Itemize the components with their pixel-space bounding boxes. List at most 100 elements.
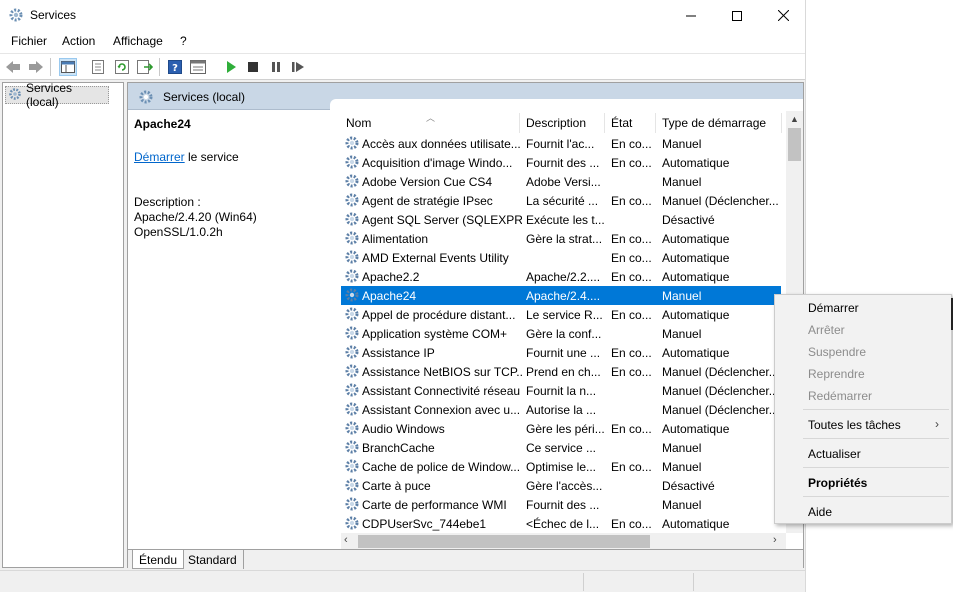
forward-arrow-icon[interactable] <box>27 58 45 76</box>
column-header-description[interactable]: Description <box>526 111 586 134</box>
table-row[interactable]: Carte de performance WMI Fournit des ... M… <box>341 495 781 514</box>
table-row[interactable]: Carte à puce Gère l'accès... Désactivé <box>341 476 781 495</box>
service-gear-icon <box>344 249 360 265</box>
tab-standard[interactable]: Standard <box>182 550 244 569</box>
service-description: Fournit une ... <box>526 346 601 360</box>
scroll-up-icon[interactable]: ▲ <box>790 114 799 124</box>
service-description: Ce service ... <box>526 441 597 455</box>
table-row[interactable]: Assistant Connexion avec u... Autorise la… <box>341 400 781 419</box>
column-header-startup-type[interactable]: Type de démarrage <box>662 111 766 134</box>
ctx-start[interactable]: Démarrer <box>808 301 859 315</box>
back-arrow-icon[interactable] <box>4 58 22 76</box>
service-description: Gère l'accès... <box>526 479 603 493</box>
service-gear-icon <box>344 477 360 493</box>
table-row[interactable]: Assistance IP Fournit une ... En co... Auto… <box>341 343 781 362</box>
table-row[interactable]: Apache2.2 Apache/2.2.... En co... Automatiq… <box>341 267 781 286</box>
service-gear-icon <box>344 382 360 398</box>
tab-etendu[interactable]: Étendu <box>132 550 185 569</box>
column-separator[interactable] <box>519 113 520 133</box>
service-name: Alimentation <box>362 232 429 246</box>
maximize-button[interactable] <box>714 0 760 31</box>
scroll-left-icon[interactable]: ‹ <box>344 534 348 546</box>
console-tree: Services (local) <box>2 81 124 568</box>
service-gear-icon <box>344 230 360 246</box>
service-gear-icon <box>344 287 360 303</box>
refresh-icon[interactable] <box>113 58 131 76</box>
service-description: Fournit l'ac... <box>526 137 595 151</box>
sort-ascending-icon: ︿ <box>426 113 436 123</box>
service-name: Adobe Version Cue CS4 <box>362 175 493 189</box>
console-tree-icon[interactable] <box>59 58 77 76</box>
ctx-all-tasks[interactable]: Toutes les tâches <box>808 418 901 432</box>
menu-fichier[interactable]: Fichier <box>11 34 47 48</box>
start-service-link[interactable]: Démarrer <box>134 150 185 164</box>
table-row[interactable]: Apache24 Apache/2.4.... Manuel <box>341 286 781 305</box>
show-console-icon[interactable] <box>189 58 207 76</box>
service-state: En co... <box>611 517 652 531</box>
table-row[interactable]: Cache de police de Window... Optimise le.… <box>341 457 781 476</box>
table-row[interactable]: Audio Windows Gère les péri... En co... Aut… <box>341 419 781 438</box>
restart-icon[interactable] <box>289 58 307 76</box>
service-startup-type: Automatique <box>662 308 730 322</box>
properties-sheet-icon[interactable] <box>89 58 107 76</box>
service-name: CDPUserSvc_744ebe1 <box>362 517 487 531</box>
play-icon[interactable] <box>222 58 240 76</box>
service-description: Fournit des ... <box>526 156 600 170</box>
tree-node-services-local[interactable]: Services (local) <box>5 81 109 109</box>
service-description: Optimise le... <box>526 460 597 474</box>
table-row[interactable]: Adobe Version Cue CS4 Adobe Versi... Manue… <box>341 172 781 191</box>
table-row[interactable]: CDPUserSvc_744ebe1 <Échec de l... En co...… <box>341 514 781 533</box>
window-title: Services <box>30 8 77 22</box>
service-gear-icon <box>344 363 360 379</box>
service-state: En co... <box>611 232 652 246</box>
tree-node-label: Services (local) <box>26 81 73 109</box>
service-state: En co... <box>611 137 652 151</box>
table-row[interactable]: Assistance NetBIOS sur TCP... Prend en ch… <box>341 362 781 381</box>
table-row[interactable]: Acquisition d'image Windo... Fournit des … <box>341 153 781 172</box>
column-separator[interactable] <box>604 113 605 133</box>
ctx-refresh[interactable]: Actualiser <box>808 447 861 461</box>
scroll-right-icon[interactable]: › <box>773 534 777 546</box>
service-gear-icon <box>344 458 360 474</box>
title-bar[interactable]: Services <box>0 0 805 31</box>
service-startup-type: Manuel <box>662 175 702 189</box>
ctx-properties[interactable]: Propriétés <box>808 476 867 490</box>
service-state: En co... <box>611 365 652 379</box>
minimize-icon <box>686 15 696 16</box>
menu-help[interactable]: ? <box>180 34 187 48</box>
help-icon[interactable]: ? <box>166 58 184 76</box>
vertical-scroll-thumb[interactable] <box>788 128 801 161</box>
horizontal-scrollbar[interactable]: ‹ › <box>341 533 786 550</box>
service-description: Fournit la n... <box>526 384 597 398</box>
horizontal-scroll-thumb[interactable] <box>358 535 650 548</box>
export-list-icon[interactable] <box>136 58 154 76</box>
service-description: Apache/2.2.... <box>526 270 601 284</box>
table-row[interactable]: BranchCache Ce service ... Manuel <box>341 438 781 457</box>
service-name: Acquisition d'image Windo... <box>362 156 513 170</box>
gear-icon <box>138 89 154 108</box>
table-row[interactable]: Accès aux données utilisate... Fournit l'… <box>341 134 781 153</box>
table-row[interactable]: Agent SQL Server (SQLEXPR... Exécute les … <box>341 210 781 229</box>
service-description: Autorise la ... <box>526 403 597 417</box>
close-button[interactable] <box>760 0 806 31</box>
column-header-name[interactable]: Nom <box>346 111 371 134</box>
column-separator[interactable] <box>781 113 782 133</box>
service-gear-icon <box>344 439 360 455</box>
column-header-state[interactable]: État <box>611 111 632 134</box>
service-gear-icon <box>344 496 360 512</box>
menu-action[interactable]: Action <box>62 34 95 48</box>
table-row[interactable]: Assistant Connectivité réseau Fournit la … <box>341 381 781 400</box>
table-row[interactable]: Alimentation Gère la strat... En co... Auto… <box>341 229 781 248</box>
table-row[interactable]: AMD External Events Utility En co... Autom… <box>341 248 781 267</box>
ctx-help[interactable]: Aide <box>808 505 832 519</box>
column-separator[interactable] <box>655 113 656 133</box>
minimize-button[interactable] <box>668 0 714 31</box>
table-row[interactable]: Appel de procédure distant... Le service … <box>341 305 781 324</box>
header-notch <box>330 99 803 110</box>
table-row[interactable]: Application système COM+ Gère la conf... M… <box>341 324 781 343</box>
gear-icon <box>8 87 22 104</box>
pause-icon[interactable] <box>267 58 285 76</box>
table-row[interactable]: Agent de stratégie IPsec La sécurité ... E… <box>341 191 781 210</box>
stop-icon[interactable] <box>244 58 262 76</box>
menu-affichage[interactable]: Affichage <box>113 34 163 48</box>
